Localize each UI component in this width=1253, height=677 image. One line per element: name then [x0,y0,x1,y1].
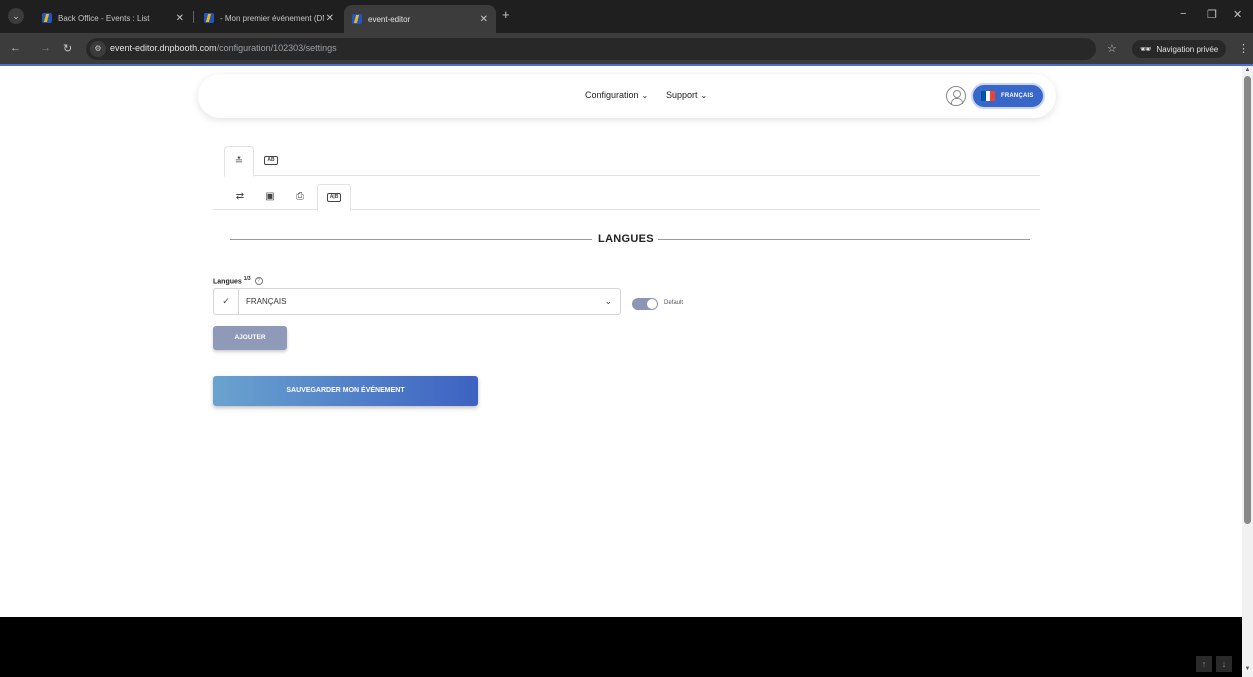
incognito-label: Navigation privée [1156,44,1219,54]
user-avatar-icon[interactable] [946,86,966,106]
main-tabs: ≛ AB [224,146,1040,177]
browser-tab-event[interactable]: - Mon premier événement (DN ✕ [196,6,342,30]
tab-settings-sliders[interactable]: ≛ [224,146,254,177]
tab-languages-ab[interactable]: AB [256,146,286,176]
languages-field-label: Langues 1/3 ? [213,276,263,286]
section-title: LANGUES [598,233,654,245]
scroll-bottom-arrow-icon[interactable]: ↓ [1216,656,1232,672]
incognito-indicator[interactable]: 🕶 Navigation privée [1132,40,1227,58]
section-divider-right [658,239,1030,240]
scroll-top-arrow-icon[interactable]: ↑ [1196,656,1212,672]
tab-print[interactable]: ⎙ [283,184,317,210]
chevron-down-icon: ⌄ [604,296,612,306]
sub-tabs: ⇄ ▣ ⎙ A|B [213,184,1040,211]
contact-card-icon: ▣ [265,191,275,202]
page-scrollbar[interactable]: ▲ ▼ [1242,66,1253,677]
forward-icon[interactable]: → [40,42,51,54]
default-toggle-label: Default [664,300,684,306]
default-language-toggle[interactable] [632,298,658,310]
languages-count: 1/3 [243,276,251,282]
tab-divider [193,11,194,23]
printer-icon: ⎙ [296,191,304,202]
browser-tab-editor[interactable]: event-editor ✕ [344,5,496,33]
tab-general-settings[interactable]: ⇄ [223,184,257,210]
url-text: event-editor.dnpbooth.com/configuration/… [110,43,337,53]
close-icon[interactable]: ✕ [480,14,488,25]
favicon-icon [204,13,214,23]
back-icon[interactable]: ← [10,42,21,54]
tab-search-icon[interactable]: ⌄ [8,8,24,24]
tab-language-settings[interactable]: A|B [317,184,351,211]
close-icon[interactable]: ✕ [176,13,184,24]
nav-configuration-label: Configuration [585,90,639,100]
url-domain: event-editor.dnpbooth.com [110,43,217,53]
scroll-down-arrow-icon[interactable]: ▼ [1244,666,1251,672]
close-icon[interactable]: ✕ [326,13,334,24]
restore-icon[interactable]: ❐ [1207,8,1217,21]
checkmark-icon: ✓ [214,289,239,314]
scroll-up-arrow-icon[interactable]: ▲ [1244,67,1251,73]
scrollbar-thumb[interactable] [1244,76,1251,524]
url-path: /configuration/102303/settings [216,43,337,53]
tab-contact[interactable]: ▣ [253,184,287,210]
tab-title: Back Office - Events : List [58,13,150,23]
site-info-icon[interactable]: ⚙ [90,41,106,57]
language-select[interactable]: ✓ FRANÇAIS ⌄ [213,288,621,315]
nav-support-label: Support [666,90,698,100]
toggles-icon: ⇄ [235,191,245,202]
browser-tab-bar: ⌄ Back Office - Events : List ✕ - Mon pr… [0,0,1253,33]
bottom-black-area [0,617,1242,677]
page-content: Configuration ⌄ Support ⌄ FRANÇAIS ≛ AB ⇄ … [0,66,1240,617]
language-button-label: FRANÇAIS [1001,93,1034,99]
ab-translate-icon: A|B [326,192,342,202]
favicon-icon [352,14,362,24]
new-tab-icon[interactable]: + [502,8,510,21]
section-divider-left [230,239,592,240]
help-icon[interactable]: ? [254,277,263,286]
tab-title: - Mon premier événement (DN [220,13,324,23]
minimize-icon[interactable]: − [1180,8,1186,20]
chevron-down-icon: ⌄ [700,91,708,100]
language-select-value: FRANÇAIS [246,297,287,306]
top-navigation: Configuration ⌄ Support ⌄ FRANÇAIS [198,74,1056,118]
chevron-down-icon: ⌄ [641,91,649,100]
favicon-icon [42,13,52,23]
sliders-icon: ≛ [234,156,244,167]
add-language-button[interactable]: AJOUTER [213,326,287,350]
browser-toolbar: ← → ↻ ⚙ event-editor.dnpbooth.com/config… [0,33,1253,65]
nav-configuration[interactable]: Configuration ⌄ [585,90,648,100]
languages-label-text: Langues [213,278,242,286]
window-close-icon[interactable]: ✕ [1233,8,1242,21]
ab-text-icon: AB [264,155,278,165]
save-event-button[interactable]: SAUVEGARDER MON ÉVÉNEMENT [213,376,478,406]
language-switcher-button[interactable]: FRANÇAIS [973,85,1043,107]
browser-tab-backoffice[interactable]: Back Office - Events : List ✕ [34,6,192,30]
incognito-icon: 🕶 [1140,43,1152,54]
reload-icon[interactable]: ↻ [63,42,72,55]
tab-title: event-editor [368,14,411,24]
address-bar[interactable]: ⚙ event-editor.dnpbooth.com/configuratio… [86,38,1096,60]
menu-kebab-icon[interactable]: ⋮ [1238,42,1249,55]
nav-support[interactable]: Support ⌄ [666,90,707,100]
bookmark-star-icon[interactable]: ☆ [1107,42,1117,55]
france-flag-icon [981,91,996,101]
